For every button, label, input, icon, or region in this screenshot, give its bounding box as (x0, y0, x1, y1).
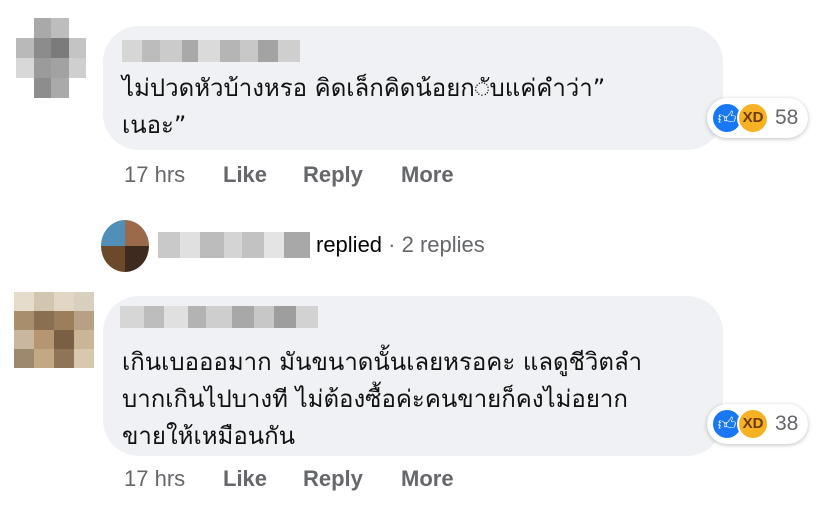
comment-timestamp[interactable]: 17 hrs (124, 466, 185, 492)
replier-name-blurred[interactable] (158, 232, 310, 258)
commenter-avatar[interactable] (16, 18, 86, 98)
like-link[interactable]: Like (223, 466, 267, 492)
comment-timestamp[interactable]: 17 hrs (124, 162, 185, 188)
more-link[interactable]: More (401, 162, 454, 188)
reaction-count: 58 (775, 106, 799, 129)
commenter-name-blurred[interactable] (122, 40, 300, 62)
reply-avatar[interactable] (101, 220, 149, 272)
commenter-avatar[interactable] (14, 292, 94, 368)
separator-dot: · (388, 232, 396, 257)
comment-text: เกินเบอออมาก มันขนาดนั้นเลยหรอคะ แลดูชีว… (122, 348, 643, 450)
comment-actions: 17 hrs Like Reply More (0, 162, 828, 188)
replies-count-link[interactable]: 2 replies (402, 232, 485, 257)
reaction-summary[interactable]: 👍︎ XD 58 (707, 98, 808, 138)
haha-reaction-icon: XD (737, 408, 769, 440)
like-link[interactable]: Like (223, 162, 267, 188)
replies-summary[interactable]: replied · 2 replies (316, 232, 485, 258)
reaction-summary[interactable]: 👍︎ XD 38 (707, 404, 808, 444)
haha-reaction-icon: XD (737, 102, 769, 134)
reply-link[interactable]: Reply (303, 162, 363, 188)
comment-text: ไม่ปวดหัวบ้างหรอ คิดเล็กคิดน้อยก◌ับแค่คำ… (122, 74, 606, 139)
reply-link[interactable]: Reply (303, 466, 363, 492)
commenter-name-blurred[interactable] (120, 306, 318, 328)
reaction-count: 38 (775, 412, 799, 435)
replied-label: replied (316, 232, 383, 257)
comment-actions: 17 hrs Like Reply More (0, 466, 828, 492)
more-link[interactable]: More (401, 466, 454, 492)
